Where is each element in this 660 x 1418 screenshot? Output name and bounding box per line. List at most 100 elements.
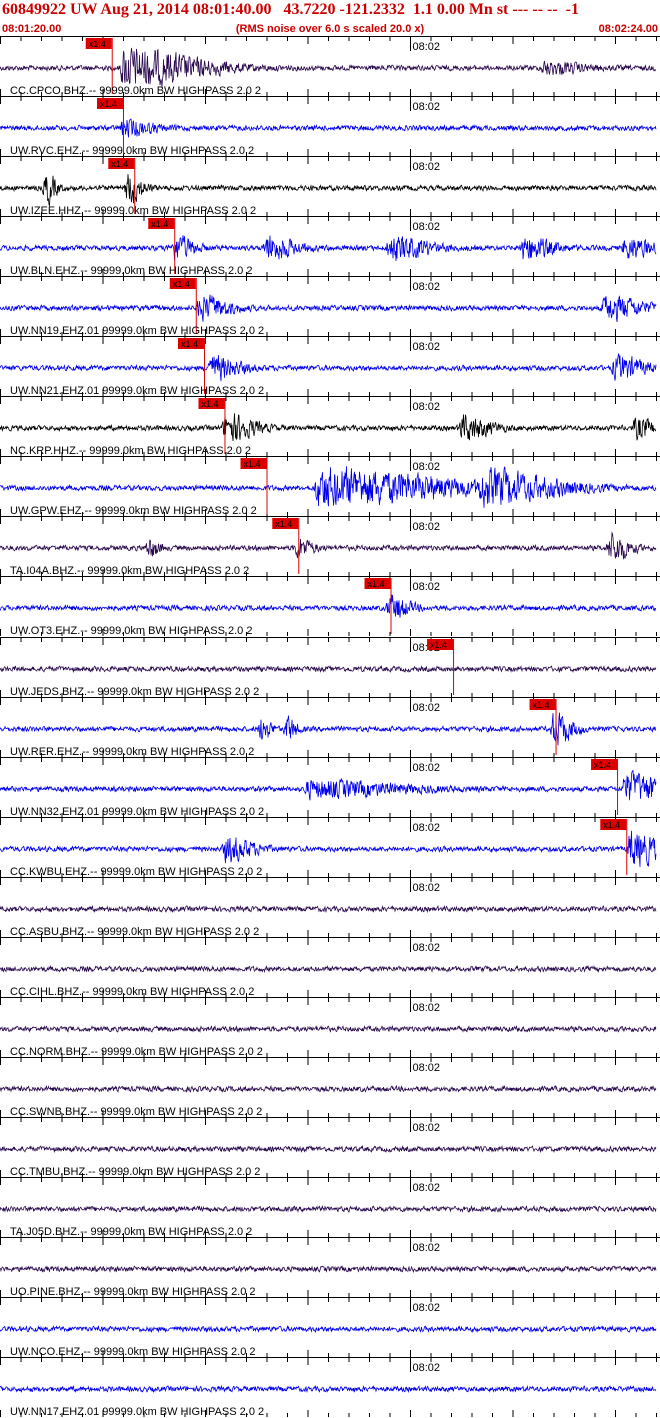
waveform	[0, 904, 657, 914]
tick-label: 08:02	[413, 281, 441, 293]
tick-label: 08:02	[413, 161, 441, 173]
tick-label: 08:02	[413, 762, 441, 774]
pick-label: x1.4	[368, 579, 385, 589]
tick-label: 08:02	[413, 401, 441, 413]
waveform	[0, 769, 657, 801]
station-label: TA.J05D.BHZ.-- 99999.0km BW HIGHPASS 2.0…	[10, 1226, 252, 1238]
trace-panel: 08:02 x1.4 UW.OT3.EHZ.-- 99999.0km BW HIGH…	[0, 576, 660, 637]
trace-panel: 08:02 CC.TMBU.BHZ.-- 99999.0km BW HIGHPAS…	[0, 1117, 660, 1178]
station-label: UW.RER.EHZ.-- 99999.0km BW HIGHPASS 2.0 …	[10, 746, 254, 758]
station-label: UW.IZEE.HHZ.-- 99999.0km BW HIGHPASS 2.0…	[10, 205, 256, 217]
trace-panel: 08:02 x1.4 TA.I04A.BHZ.-- 99999.0km BW HIG…	[0, 516, 660, 577]
station-label: CC.CPCO.BHZ.-- 99999.0km BW HIGHPASS 2.0…	[10, 85, 261, 97]
tick-label: 08:02	[413, 41, 441, 53]
trace-panel: 08:02 x1.4 CC.KWBU.EHZ.-- 99999.0km BW HIG…	[0, 817, 660, 878]
waveform	[0, 118, 657, 138]
station-label: CC.SWNB.BHZ.-- 99999.0km BW HIGHPASS 2.0…	[10, 1106, 262, 1118]
waveform	[0, 413, 657, 442]
tick-label: 08:02	[413, 341, 441, 353]
waveform	[0, 964, 657, 974]
waveform	[0, 594, 657, 618]
trace-panel: 08:02 x1.4 UW.RER.EHZ.-- 99999.0km BW HIGH…	[0, 697, 660, 758]
station-label: UW.RVC.EHZ.-- 99999.0km BW HIGHPASS 2.0 …	[10, 145, 254, 157]
trace-panel: 08:02 x1.4 UW.IZEE.HHZ.-- 99999.0km BW HIG…	[0, 156, 660, 217]
tick-label: 08:02	[413, 1182, 441, 1194]
waveform	[0, 294, 657, 323]
waveform	[0, 466, 657, 508]
rms-note: (RMS noise over 6.0 s scaled 20.0 x)	[235, 23, 425, 35]
pick-label: x1.4	[275, 519, 292, 529]
header: 60849922 UW Aug 21, 2014 08:01:40.00 43.…	[0, 0, 660, 36]
station-label: CC.CIHL.BHZ.-- 99999.0km BW HIGHPASS 2.0…	[10, 986, 254, 998]
trace-panel: 08:02 x1.4 UW.RVC.EHZ.-- 99999.0km BW HIGH…	[0, 96, 660, 157]
trace-panel: 08:02 x1.4 UW.GPW.EHZ.-- 99999.0km BW HIGH…	[0, 456, 660, 517]
tick-label: 08:02	[413, 461, 441, 473]
tick-label: 08:02	[413, 702, 441, 714]
waveform	[0, 664, 657, 674]
station-label: UW.NN32.EHZ.01 99999.0km BW HIGHPASS 2.0…	[10, 806, 264, 818]
tick-label: 08:02	[413, 1362, 441, 1374]
tick-label: 08:02	[413, 942, 441, 954]
waveform	[0, 1384, 657, 1394]
waveform	[0, 712, 657, 746]
pick-label: x1.4	[603, 820, 620, 830]
waveform	[0, 47, 657, 88]
station-label: UW.NN19.EHZ.01 99999.0km BW HIGHPASS 2.0…	[10, 325, 264, 337]
tick-label: 08:02	[413, 521, 441, 533]
waveform	[0, 1144, 657, 1154]
waveform	[0, 174, 657, 207]
station-label: CC.TMBU.BHZ.-- 99999.0km BW HIGHPASS 2.0…	[10, 1166, 260, 1178]
waveform	[0, 1025, 657, 1033]
pick-label: x1.4	[244, 459, 261, 469]
tick-label: 08:02	[413, 101, 441, 113]
pick-label: x1.4	[151, 219, 168, 229]
tick-label: 08:02	[413, 822, 441, 834]
trace-panel: 08:02 CC.NORM.BHZ.-- 99999.0km BW HIGHPAS…	[0, 997, 660, 1058]
seismogram-plot: 08:02 x1.4 CC.CPCO.BHZ.-- 99999.0km BW HIG…	[0, 36, 660, 1418]
waveform	[0, 235, 657, 262]
station-label: UW.OT3.EHZ.-- 99999.0km BW HIGHPASS 2.0 …	[10, 625, 252, 637]
station-label: CC.ASBU.BHZ.-- 99999.0km BW HIGHPASS 2.0…	[10, 926, 259, 938]
trace-panel: 08:02 UW.NN17.EHZ.01 99999.0km BW HIGHPAS…	[0, 1357, 660, 1418]
trace-panel: 08:02 UO.PINE.BHZ.-- 99999.0km BW HIGHPAS…	[0, 1237, 660, 1298]
trace-panel: 08:02 TA.J05D.BHZ.-- 99999.0km BW HIGHPAS…	[0, 1177, 660, 1238]
station-label: CC.NORM.BHZ.-- 99999.0km BW HIGHPASS 2.0…	[10, 1046, 263, 1058]
station-label: TA.I04A.BHZ.-- 99999.0km BW HIGHPASS 2.0…	[10, 565, 249, 577]
waveform	[0, 1084, 657, 1094]
station-label: UW.NN17.EHZ.01 99999.0km BW HIGHPASS 2.0…	[10, 1406, 264, 1418]
trace-panel: 08:02 x1.4 UW.NN19.EHZ.01 99999.0km BW HIG…	[0, 276, 660, 337]
tick-label: 08:02	[413, 221, 441, 233]
waveform	[0, 352, 657, 382]
pick-label: x1.4	[594, 760, 611, 770]
trace-panel: 08:02 x1.4 NC.KRP.HHZ.-- 99999.0km BW HIGH…	[0, 396, 660, 457]
trace-panel: 08:02 x1.4 UW.NN21.EHZ.01 99999.0km BW HIG…	[0, 336, 660, 397]
pick-label: x1.4	[533, 700, 550, 710]
pick-label: x1.4	[430, 640, 447, 650]
station-label: UW.JEDS.BHZ.-- 99999.0km BW HIGHPASS 2.0…	[10, 686, 259, 698]
trace-panel: 08:02 CC.SWNB.BHZ.-- 99999.0km BW HIGHPAS…	[0, 1057, 660, 1118]
trace-panel: 08:02 x1.4 UW.BLN.EHZ.-- 99999.0km BW HIGH…	[0, 216, 660, 277]
tick-label: 08:02	[413, 1062, 441, 1074]
trace-panel: 08:02x1.4UW.JEDS.BHZ.-- 99999.0km BW HIG…	[0, 637, 660, 698]
station-label: CC.KWBU.EHZ.-- 99999.0km BW HIGHPASS 2.0…	[10, 866, 262, 878]
station-label: UW.NN21.EHZ.01 99999.0km BW HIGHPASS 2.0…	[10, 385, 264, 397]
pick-label: x1.4	[111, 159, 128, 169]
tick-label: 08:02	[413, 1002, 441, 1014]
tick-label: 08:02	[413, 581, 441, 593]
station-label: NC.KRP.HHZ.-- 99999.0km BW HIGHPASS 2.0 …	[10, 445, 251, 457]
trace-panel: 08:02 CC.CIHL.BHZ.-- 99999.0km BW HIGHPAS…	[0, 937, 660, 998]
pick-label: x1.4	[89, 39, 106, 49]
pick-label: x1.4	[173, 279, 190, 289]
station-label: UW.NCO.EHZ.-- 99999.0km BW HIGHPASS 2.0 …	[10, 1346, 256, 1358]
event-title: 60849922 UW Aug 21, 2014 08:01:40.00 43.…	[2, 1, 579, 18]
waveform	[0, 1204, 657, 1214]
tick-label: 08:02	[413, 1122, 441, 1134]
station-label: UO.PINE.BHZ.-- 99999.0km BW HIGHPASS 2.0…	[10, 1286, 256, 1298]
station-label: UW.BLN.EHZ.-- 99999.0km BW HIGHPASS 2.0 …	[10, 265, 252, 277]
waveform	[0, 830, 657, 867]
tick-label: 08:02	[413, 882, 441, 894]
end-time: 08:02:24.00	[598, 23, 658, 35]
tick-label: 08:02	[413, 1302, 441, 1314]
pick-label: x1.4	[100, 99, 117, 109]
pick-label: x1.4	[201, 399, 218, 409]
